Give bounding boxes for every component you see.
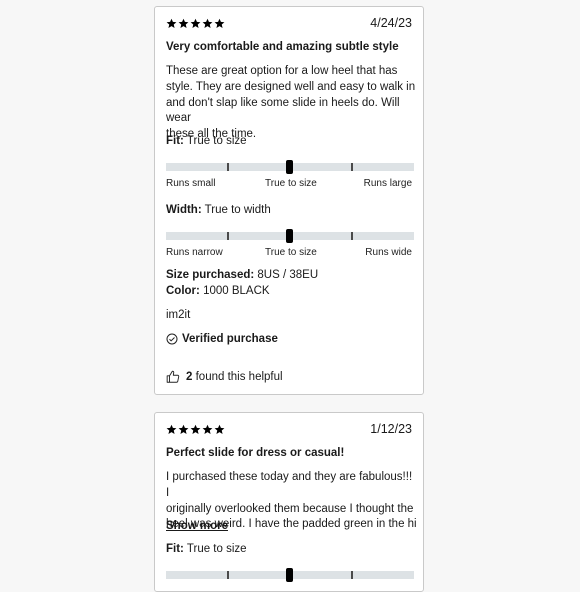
fit-value: True to size <box>186 135 247 147</box>
fit-value: True to size <box>186 543 247 555</box>
helpful-count: 2 <box>186 371 193 383</box>
color-row: Color: 1000 BLACK <box>166 285 270 297</box>
review-body-line: style. They are designed well and easy t… <box>166 80 416 93</box>
width-scale-min-label: Runs narrow <box>166 247 223 258</box>
review-body-line: I purchased these today and they are fab… <box>166 471 413 499</box>
check-circle-icon <box>166 333 178 345</box>
width-scale-track <box>166 229 414 243</box>
star-icon <box>190 18 201 28</box>
review-title: Very comfortable and amazing subtle styl… <box>166 41 399 53</box>
review-date: 1/12/23 <box>370 422 412 436</box>
width-row: Width: True to width <box>166 204 271 216</box>
star-icon <box>166 424 177 434</box>
fit-row: Fit: True to size <box>166 543 247 555</box>
color-value: 1000 BLACK <box>203 285 270 297</box>
size-purchased-value: 8US / 38EU <box>257 269 319 281</box>
helpful-text: found this helpful <box>195 371 283 383</box>
reviewer-username: im2it <box>166 309 191 321</box>
fit-label: Fit: <box>166 543 184 555</box>
review-body: These are great option for a low heel th… <box>166 64 416 143</box>
fit-row: Fit: True to size <box>166 135 247 147</box>
show-more-link[interactable]: Show more <box>166 520 228 532</box>
width-scale-max-label: Runs wide <box>365 247 412 258</box>
width-scale-tick <box>351 232 353 240</box>
review-body-line: originally overlooked them because I tho… <box>166 502 414 515</box>
review-date: 4/24/23 <box>370 16 412 30</box>
review-card: 1/12/23 Perfect slide for dress or casua… <box>154 412 424 592</box>
width-scale-mid-label: True to size <box>265 247 317 258</box>
star-icon <box>214 18 225 28</box>
star-icon <box>166 18 177 28</box>
star-icon <box>202 424 213 434</box>
star-icon <box>178 424 189 434</box>
review-title: Perfect slide for dress or casual! <box>166 447 345 459</box>
verified-purchase: Verified purchase <box>166 333 278 345</box>
star-icon <box>202 18 213 28</box>
star-icon <box>190 424 201 434</box>
fit-scale-min-label: Runs small <box>166 178 216 189</box>
size-purchased-label: Size purchased: <box>166 269 255 281</box>
width-scale-tick <box>227 232 229 240</box>
star-rating <box>166 424 225 435</box>
fit-scale-tick <box>227 571 229 579</box>
fit-scale-tick <box>351 571 353 579</box>
thumbs-up-icon <box>166 370 180 383</box>
width-scale-marker <box>286 229 293 243</box>
size-purchased-row: Size purchased: 8US / 38EU <box>166 269 318 281</box>
star-icon <box>214 424 225 434</box>
color-label: Color: <box>166 285 200 297</box>
fit-scale-track <box>166 160 414 174</box>
review-card: 4/24/23 Very comfortable and amazing sub… <box>154 6 424 395</box>
width-value: True to width <box>204 204 271 216</box>
review-body-line: and don't slap like some slide in heels … <box>166 96 400 125</box>
fit-scale-marker <box>286 160 293 174</box>
review-body-line: These are great option for a low heel th… <box>166 65 398 77</box>
fit-scale-max-label: Runs large <box>363 178 412 189</box>
star-icon <box>178 18 189 28</box>
fit-scale-track <box>166 568 414 582</box>
helpful-button[interactable]: 2 found this helpful <box>166 370 283 384</box>
star-rating <box>166 18 225 29</box>
fit-scale-mid-label: True to size <box>265 178 317 189</box>
fit-scale-tick <box>351 163 353 171</box>
width-label: Width: <box>166 204 202 216</box>
verified-purchase-label: Verified purchase <box>182 333 278 345</box>
fit-label: Fit: <box>166 135 184 147</box>
fit-scale-tick <box>227 163 229 171</box>
